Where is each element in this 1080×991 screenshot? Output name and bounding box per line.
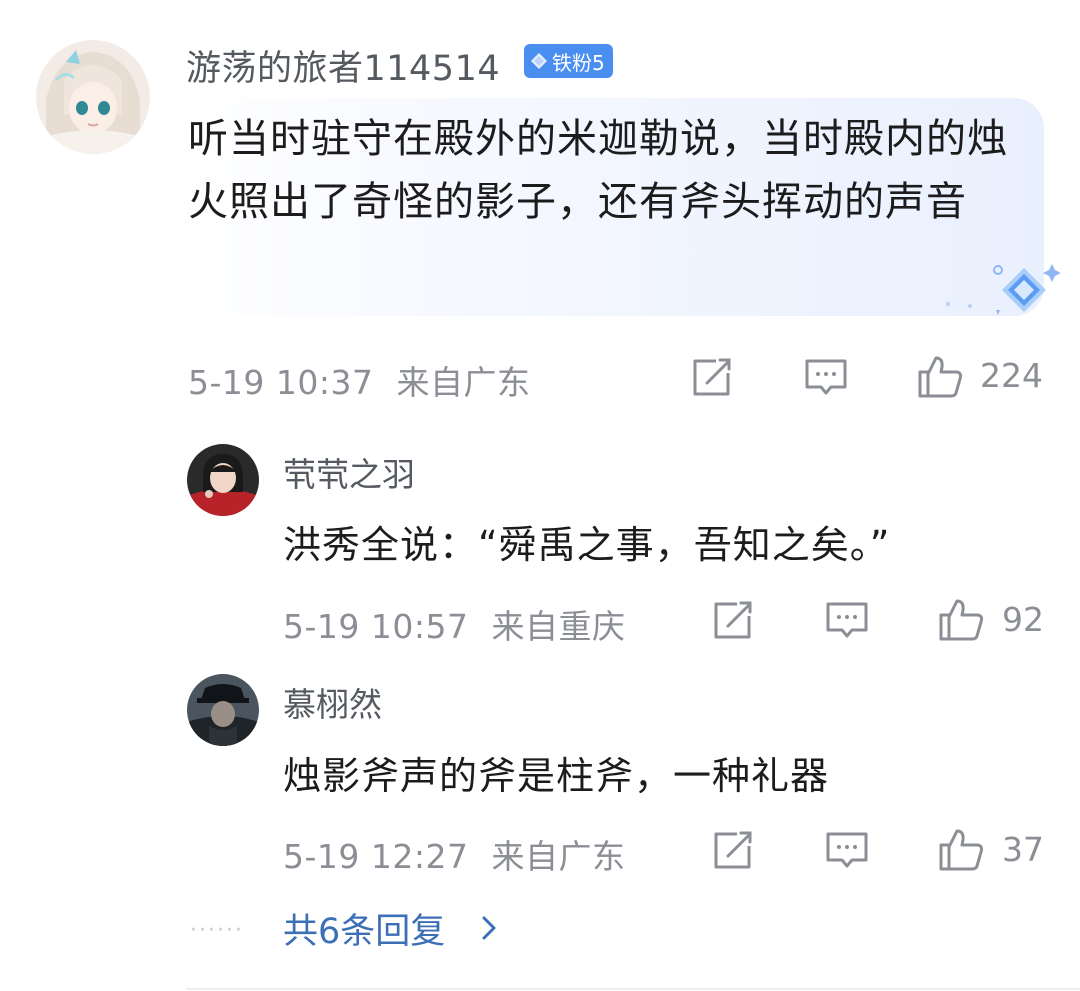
username[interactable]: 游荡的旅者114514 — [186, 40, 500, 91]
like-icon[interactable] — [937, 595, 985, 643]
comment-text: 听当时驻守在殿外的米迦勒说，当时殿内的烛火照出了奇怪的影子，还有斧头挥动的声音 — [188, 116, 1008, 225]
share-icon[interactable] — [711, 598, 755, 642]
diamond-decoration-icon — [946, 264, 1060, 315]
like-count: 37 — [1002, 830, 1044, 869]
timestamp: 5-19 12:27 — [283, 837, 469, 876]
reply-text: 洪秀全说：“舜禹之事，吾知之矣。” — [283, 523, 891, 567]
reply-text: 烛影斧声的斧是柱斧，一种礼器 — [283, 754, 830, 798]
avatar[interactable] — [36, 40, 150, 154]
timestamp: 5-19 10:57 — [283, 607, 469, 646]
reply-icon[interactable] — [825, 828, 869, 872]
timestamp: 5-19 10:37 — [188, 363, 374, 402]
comment-meta: 5-19 10:37 来自广东 — [188, 356, 531, 404]
reply-meta: 5-19 12:27 来自广东 — [283, 830, 626, 878]
diamond-icon — [531, 53, 547, 69]
reply-icon[interactable] — [804, 355, 848, 399]
reply-icon[interactable] — [825, 598, 869, 642]
like-icon[interactable] — [916, 352, 964, 400]
share-icon[interactable] — [711, 828, 755, 872]
location: 来自重庆 — [491, 607, 626, 646]
reply-meta: 5-19 10:57 来自重庆 — [283, 600, 626, 648]
chevron-right-icon[interactable] — [478, 913, 500, 943]
location: 来自广东 — [396, 363, 531, 402]
username[interactable]: 茕茕之羽 — [283, 448, 415, 496]
badge-label: 铁粉5 — [552, 50, 605, 75]
more-replies-link[interactable]: 共6条回复 — [283, 903, 445, 954]
more-dots: ······ — [190, 918, 244, 943]
location: 来自广东 — [491, 837, 626, 876]
username[interactable]: 慕栩然 — [283, 678, 382, 726]
like-count: 92 — [1002, 600, 1044, 639]
divider — [186, 988, 1080, 990]
like-icon[interactable] — [937, 825, 985, 873]
avatar[interactable] — [187, 444, 259, 516]
like-count: 224 — [980, 356, 1043, 395]
avatar[interactable] — [187, 674, 259, 746]
fan-badge[interactable]: 铁粉5 — [524, 44, 613, 78]
share-icon[interactable] — [690, 355, 734, 399]
